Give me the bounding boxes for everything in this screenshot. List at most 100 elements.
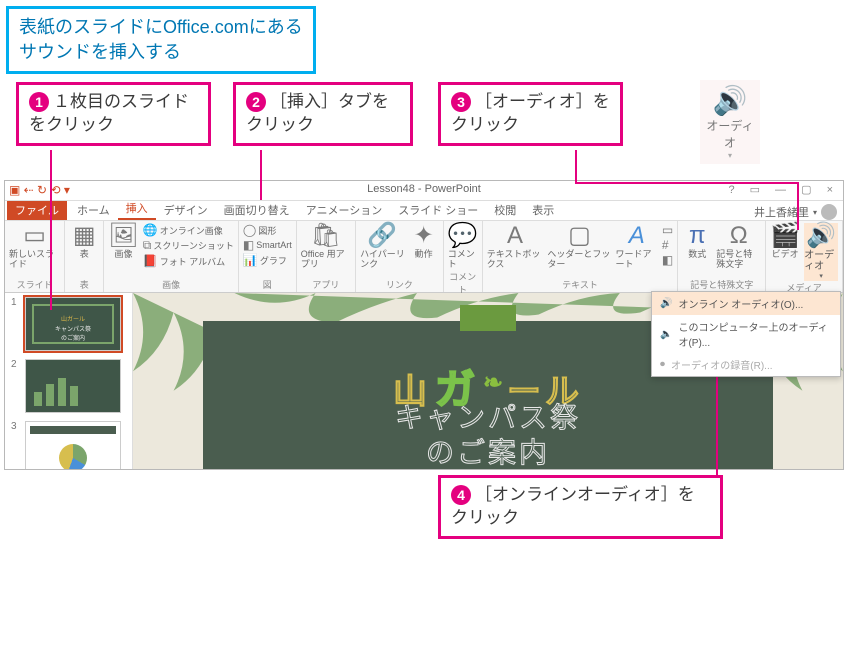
connector-line-3c	[797, 182, 799, 230]
instruction-line2: サウンドを挿入する	[19, 42, 181, 62]
header-footer-button[interactable]: ▢ヘッダーとフッター	[547, 223, 611, 270]
menu-online-audio-label: オンライン オーディオ(O)...	[678, 296, 803, 311]
wordart-icon: A	[629, 223, 645, 249]
tab-review[interactable]: 校閲	[486, 200, 524, 220]
audio-button[interactable]: 🔊オーディオ▾	[804, 223, 838, 281]
new-slide-button[interactable]: ▭ 新しいスライド	[9, 223, 60, 270]
tab-transitions[interactable]: 画面切り替え	[216, 200, 298, 220]
ribbon-tabs: ファイル ホーム 挿入 デザイン 画面切り替え アニメーション スライド ショー…	[5, 201, 843, 221]
tab-design[interactable]: デザイン	[156, 200, 216, 220]
thumb-1-preview: 山ガール キャンパス祭のご案内	[25, 297, 121, 351]
table-label: 表	[80, 250, 89, 260]
tab-animations[interactable]: アニメーション	[298, 200, 391, 220]
group-text: Aテキストボックス ▢ヘッダーとフッター Aワードアート ▭ # ◧ テキスト	[483, 221, 679, 292]
header-footer-icon: ▢	[568, 223, 591, 249]
video-button[interactable]: 🎬ビデオ	[770, 223, 800, 260]
smartart-icon: ◧	[243, 238, 254, 252]
new-slide-icon: ▭	[23, 223, 46, 249]
tab-file[interactable]: ファイル	[7, 200, 67, 220]
slide-sub-line2: のご案内	[426, 438, 550, 469]
group-apps: 🛍 Office 用アプリ アプリ	[297, 221, 356, 292]
menu-record-audio: ⏺ オーディオの録音(R)...	[652, 353, 840, 376]
group-label-symbols: 記号と特殊文字	[682, 278, 761, 292]
comment-button[interactable]: 💬 コメント	[448, 223, 478, 270]
callout-num-2: 2	[246, 92, 266, 112]
group-slides: ▭ 新しいスライド スライド	[5, 221, 65, 292]
menu-online-audio[interactable]: 🔊 オンライン オーディオ(O)...	[652, 292, 840, 315]
screenshot-button[interactable]: ⧉スクリーンショット	[143, 238, 234, 253]
audio-dropdown-menu: 🔊 オンライン オーディオ(O)... 🔈 このコンピューター上のオーディオ(P…	[651, 291, 841, 377]
hyperlink-icon: 🔗	[367, 223, 397, 249]
photo-album-icon: 📕	[143, 254, 158, 268]
thumb-3[interactable]: 3	[11, 421, 126, 469]
text-extra-2[interactable]: #	[662, 238, 673, 252]
slide-sub-line1: キャンパス祭	[395, 403, 581, 434]
menu-audio-from-pc-label: このコンピューター上のオーディオ(P)...	[678, 319, 832, 349]
record-icon: ⏺	[660, 359, 665, 370]
callout-text-1: １枚目のスライドをクリック	[29, 92, 189, 134]
apps-icon: 🛍	[311, 223, 341, 249]
group-label-illust: 図	[243, 278, 292, 292]
speaker-icon: 🔊	[660, 298, 672, 309]
wordart-button[interactable]: Aワードアート	[616, 223, 658, 270]
powerpoint-window: ▣ ⇠ ↻ ⟲ ▾ Lesson48 - PowerPoint ? ▭ — ▢ …	[4, 180, 844, 470]
hyperlink-button[interactable]: 🔗 ハイパーリンク	[360, 223, 405, 270]
photo-album-button[interactable]: 📕フォト アルバム	[143, 254, 234, 268]
tab-insert[interactable]: 挿入	[118, 198, 156, 220]
thumb-1[interactable]: 1 山ガール キャンパス祭のご案内	[11, 297, 126, 351]
menu-audio-from-pc[interactable]: 🔈 このコンピューター上のオーディオ(P)...	[652, 315, 840, 353]
avatar	[821, 204, 837, 220]
tab-view[interactable]: 表示	[524, 200, 562, 220]
ribbon: ▭ 新しいスライド スライド ▦ 表 表 🖼 画像	[5, 221, 843, 293]
picture-label: 画像	[114, 250, 132, 260]
speaker-icon: 🔊	[806, 223, 836, 249]
slide-subtitle: キャンパス祭 のご案内	[203, 401, 773, 469]
menu-record-audio-label: オーディオの録音(R)...	[671, 357, 773, 372]
group-tables: ▦ 表 表	[65, 221, 104, 292]
instruction-title: 表紙のスライドにOffice.comにある サウンドを挿入する	[6, 6, 316, 74]
shapes-icon: ◯	[243, 223, 256, 237]
user-info[interactable]: 井上香緒里 ▾	[754, 204, 837, 220]
chevron-down-icon: ▾	[704, 151, 756, 160]
textbox-icon: A	[507, 223, 523, 249]
tab-slideshow[interactable]: スライド ショー	[390, 200, 486, 220]
smartart-button[interactable]: ◧SmartArt	[243, 238, 292, 252]
chart-icon: 📊	[243, 253, 258, 267]
callout-3: 3［オーディオ］をクリック	[438, 82, 623, 146]
equation-button[interactable]: π数式	[682, 223, 712, 260]
callout-text-3: ［オーディオ］をクリック	[451, 92, 610, 134]
group-label-apps: アプリ	[301, 278, 351, 292]
text-extra-3[interactable]: ◧	[662, 253, 673, 267]
callout-text-2: ［挿入］タブをクリック	[246, 92, 389, 134]
thumb-3-preview	[25, 421, 121, 469]
leaf-icon: ❧	[483, 371, 507, 397]
connector-line-3a	[575, 150, 577, 182]
callout-2: 2［挿入］タブをクリック	[233, 82, 413, 146]
window-controls[interactable]: ? ▭ — ▢ ×	[728, 183, 839, 196]
text-extra-1[interactable]: ▭	[662, 223, 673, 237]
equation-icon: π	[689, 223, 706, 249]
group-images: 🖼 画像 🌐オンライン画像 ⧉スクリーンショット 📕フォト アルバム 画像	[104, 221, 239, 292]
picture-icon: 🖼	[108, 223, 138, 249]
picture-button[interactable]: 🖼 画像	[108, 223, 138, 260]
connector-line-1	[50, 150, 52, 310]
group-media: 🎬ビデオ 🔊オーディオ▾ メディア	[766, 221, 843, 292]
user-name: 井上香緒里	[754, 204, 809, 220]
chart-button[interactable]: 📊グラフ	[243, 253, 292, 267]
group-links: 🔗 ハイパーリンク ✦ 動作 リンク	[356, 221, 444, 292]
group-label-links: リンク	[360, 278, 439, 292]
tab-home[interactable]: ホーム	[69, 200, 118, 220]
symbol-button[interactable]: Ω記号と特殊文字	[716, 223, 761, 270]
group-comments: 💬 コメント コメント	[444, 221, 483, 292]
table-button[interactable]: ▦ 表	[69, 223, 99, 260]
thumb-2[interactable]: 2	[11, 359, 126, 413]
shapes-button[interactable]: ◯図形	[243, 223, 292, 237]
office-apps-button[interactable]: 🛍 Office 用アプリ	[301, 223, 351, 270]
online-images-button[interactable]: 🌐オンライン画像	[143, 223, 234, 237]
action-button[interactable]: ✦ 動作	[409, 223, 439, 260]
screenshot-icon: ⧉	[143, 238, 152, 253]
textbox-button[interactable]: Aテキストボックス	[487, 223, 544, 270]
group-label-tables: 表	[69, 278, 99, 292]
connector-line-3b	[575, 182, 797, 184]
callout-num-4: 4	[451, 485, 471, 505]
